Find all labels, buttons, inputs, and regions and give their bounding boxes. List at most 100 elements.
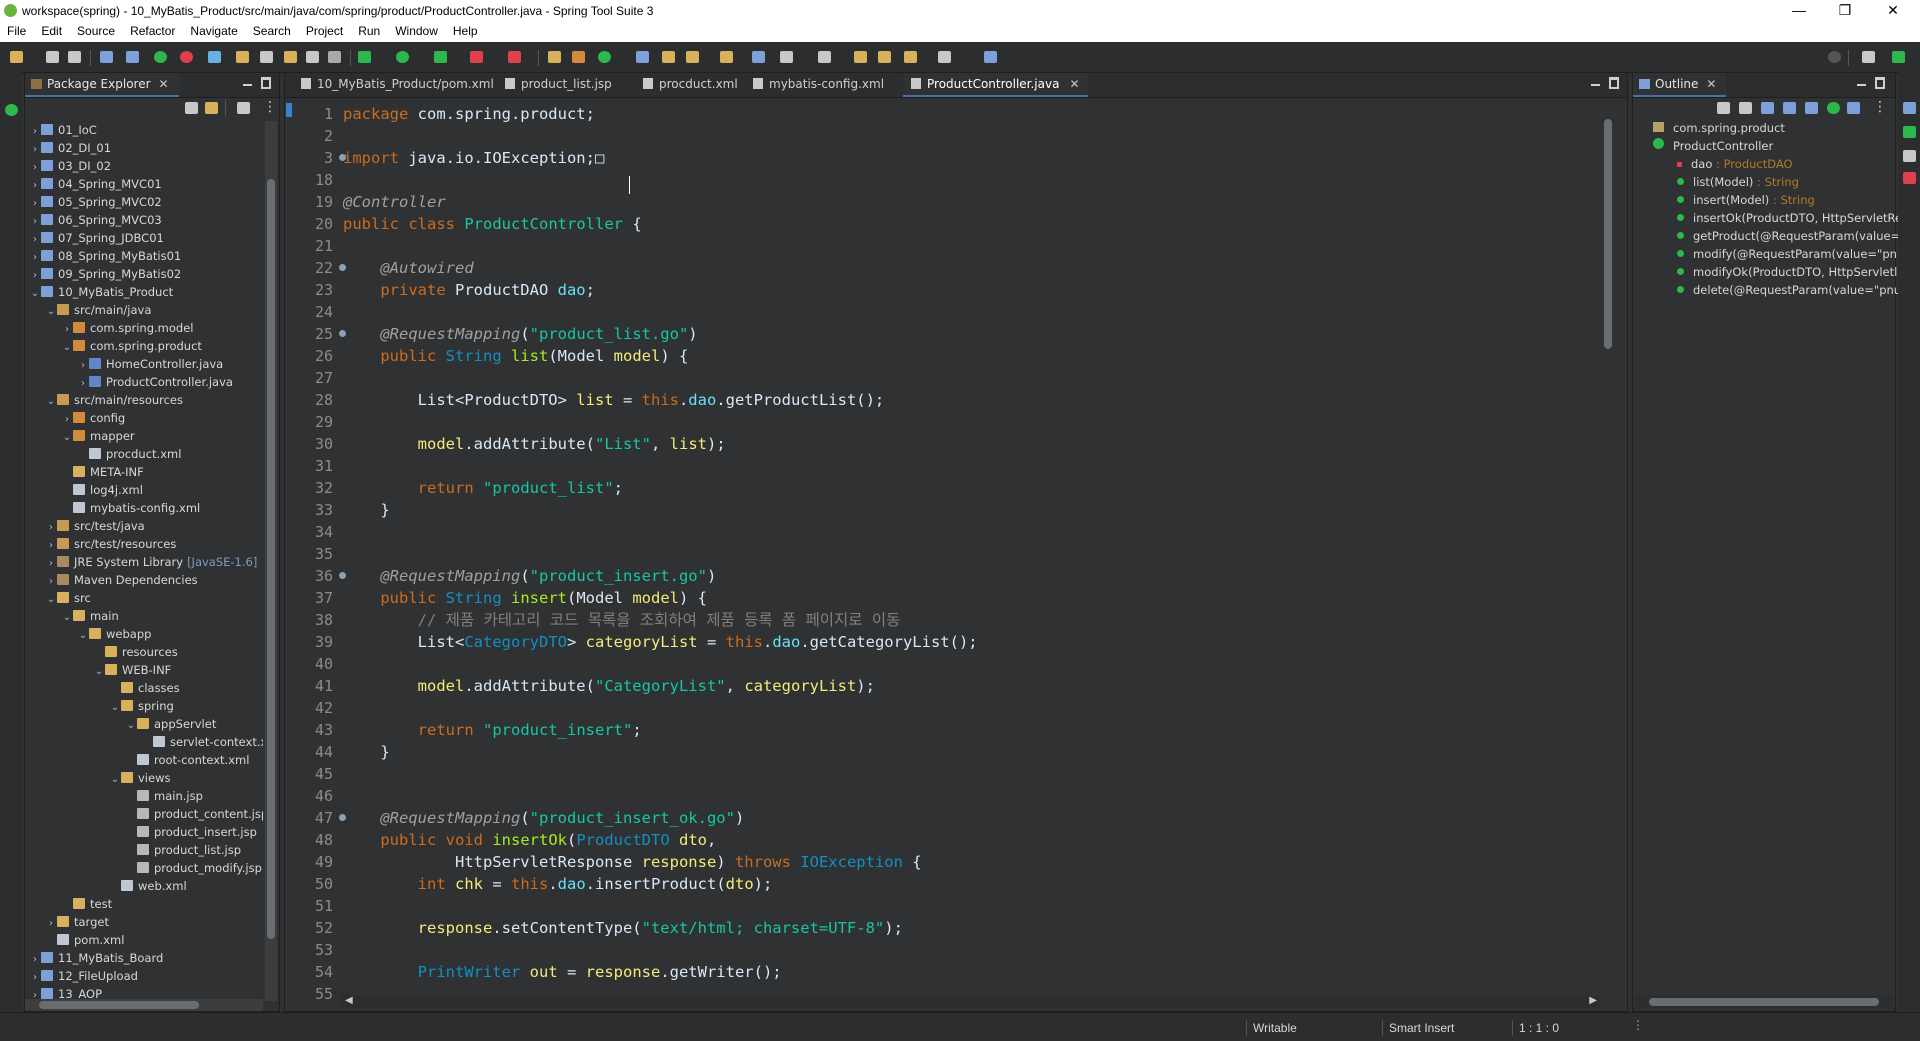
collapse-all-icon[interactable]: [1717, 102, 1730, 114]
open-type-icon[interactable]: [284, 51, 297, 63]
tree-item[interactable]: product_content.jsp: [125, 805, 263, 823]
expanded-arrow-icon[interactable]: ⌄: [61, 429, 73, 447]
tree-item[interactable]: ⌄ WEB-INF: [93, 661, 172, 679]
coverage-icon[interactable]: [434, 51, 447, 63]
tree-item[interactable]: › 09_Spring_MyBatis02: [29, 265, 181, 283]
tree-item[interactable]: › 05_Spring_MVC02: [29, 193, 162, 211]
outline-item[interactable]: modify(@RequestParam(value="pnu: [1677, 245, 1920, 263]
menu-file[interactable]: File: [0, 22, 34, 38]
outline-item[interactable]: insertOk(ProductDTO, HttpServletRe: [1677, 209, 1920, 227]
search-folder-icon[interactable]: [662, 51, 675, 63]
pencil-icon[interactable]: [686, 51, 699, 63]
sort-icon[interactable]: [1739, 102, 1752, 114]
tree-item[interactable]: › 07_Spring_JDBC01: [29, 229, 164, 247]
editor-tab[interactable]: mybatis-config.xml: [745, 73, 892, 97]
forward-arrow-icon[interactable]: [938, 51, 951, 63]
open-perspective-icon[interactable]: [1862, 51, 1875, 63]
tree-item[interactable]: servlet-context.xml: [141, 733, 263, 751]
menu-project[interactable]: Project: [299, 22, 351, 38]
show-whitespace-icon[interactable]: [328, 51, 341, 63]
tree-item[interactable]: › config: [61, 409, 125, 427]
editor-tab[interactable]: procduct.xml: [635, 73, 746, 97]
close-icon[interactable]: ✕: [1069, 77, 1079, 91]
tree-item[interactable]: resources: [93, 643, 178, 661]
outline-item[interactable]: ⌄ProductController: [1653, 137, 1911, 155]
tree-item[interactable]: ⌄ com.spring.product: [61, 337, 202, 355]
tree-item[interactable]: ⌄ webapp: [77, 625, 152, 643]
problems-icon[interactable]: [1903, 150, 1916, 162]
collapse-all-icon[interactable]: [185, 102, 198, 114]
tree-item[interactable]: › 12_FileUpload: [29, 967, 138, 985]
tree-item[interactable]: product_list.jsp: [125, 841, 241, 859]
save-all-icon[interactable]: [68, 51, 81, 63]
open-task-icon[interactable]: [636, 51, 649, 63]
close-icon[interactable]: ✕: [1706, 77, 1716, 91]
maximize-view-icon[interactable]: [1875, 77, 1885, 89]
tree-item[interactable]: ⌄ views: [109, 769, 171, 789]
new-class-icon[interactable]: [598, 51, 611, 63]
hide-local-types-icon[interactable]: [1827, 102, 1840, 114]
spring-explorer-icon[interactable]: [1903, 126, 1916, 138]
hide-fields-icon[interactable]: [1761, 102, 1774, 114]
minimize-button[interactable]: —: [1776, 0, 1822, 22]
new-icon[interactable]: [10, 51, 23, 63]
tree-item[interactable]: product_insert.jsp: [125, 823, 257, 841]
previous-annotation-icon[interactable]: [818, 51, 831, 63]
maximize-view-icon[interactable]: [1609, 77, 1619, 89]
stop-icon[interactable]: [470, 51, 483, 63]
menu-edit[interactable]: Edit: [34, 22, 70, 38]
tree-item[interactable]: › Maven Dependencies: [45, 571, 198, 589]
expanded-arrow-icon[interactable]: ⌄: [45, 591, 57, 609]
minimize-view-icon[interactable]: [243, 84, 252, 86]
editor-vertical-scrollbar[interactable]: [1601, 99, 1615, 999]
pin-editor-icon[interactable]: [984, 51, 997, 63]
boot-dashboard-icon[interactable]: [180, 51, 193, 63]
focus-icon[interactable]: [237, 102, 250, 114]
spring-perspective-icon[interactable]: [1892, 51, 1905, 63]
terminal-icon[interactable]: [100, 51, 113, 63]
expanded-arrow-icon[interactable]: ⌄: [109, 771, 121, 789]
outline-item[interactable]: delete(@RequestParam(value="pnu: [1677, 281, 1920, 299]
scroll-thumb[interactable]: [1604, 119, 1612, 349]
run-icon[interactable]: [396, 51, 409, 63]
menu-window[interactable]: Window: [388, 22, 446, 38]
tree-item[interactable]: pom.xml: [45, 931, 124, 949]
tree-item[interactable]: › ProductController.java: [77, 373, 233, 391]
hide-static-icon[interactable]: [1783, 102, 1796, 114]
outline-horizontal-scrollbar[interactable]: [1635, 995, 1893, 1009]
tree-item[interactable]: web.xml: [109, 877, 187, 895]
minimize-view-icon[interactable]: [1591, 84, 1600, 86]
scroll-thumb[interactable]: [39, 1001, 199, 1009]
tree-item[interactable]: › 02_DI_01: [29, 139, 111, 157]
new-server-icon[interactable]: [260, 51, 273, 63]
expanded-arrow-icon[interactable]: ⌄: [45, 393, 57, 411]
task-list-icon[interactable]: [1903, 102, 1916, 114]
menu-run[interactable]: Run: [351, 22, 388, 38]
next-annotation-icon[interactable]: [780, 51, 793, 63]
expanded-arrow-icon[interactable]: ⌄: [109, 699, 121, 717]
tree-item[interactable]: root-context.xml: [125, 751, 249, 769]
tree-item[interactable]: ⌄ main: [61, 607, 119, 625]
tree-item[interactable]: › src/test/resources: [45, 535, 176, 553]
expanded-arrow-icon[interactable]: ⌄: [45, 303, 57, 321]
view-menu-icon[interactable]: ⋮: [1873, 99, 1887, 115]
editor-tab[interactable]: 10_MyBatis_Product/pom.xml: [293, 73, 502, 97]
tree-item[interactable]: › 04_Spring_MVC01: [29, 175, 162, 193]
minimize-view-icon[interactable]: [1857, 84, 1866, 86]
menu-search[interactable]: Search: [246, 22, 299, 38]
tree-item[interactable]: › 11_MyBatis_Board: [29, 949, 163, 967]
tree-item[interactable]: › 06_Spring_MVC03: [29, 211, 162, 229]
servers-icon[interactable]: [1903, 172, 1916, 184]
tree-item[interactable]: test: [61, 895, 112, 913]
tree-item[interactable]: product_modify.jsp: [125, 859, 262, 877]
boot-dashboard-icon[interactable]: [5, 104, 18, 116]
maximize-view-icon[interactable]: [261, 77, 271, 89]
toggle-mark-icon[interactable]: [306, 51, 319, 63]
tree-item[interactable]: › 03_DI_02: [29, 157, 111, 175]
new-java-project-icon[interactable]: [548, 51, 561, 63]
close-window-button[interactable]: ✕: [1870, 0, 1916, 22]
link-with-editor-icon[interactable]: [1847, 102, 1860, 114]
tree-item[interactable]: › 01_IoC: [29, 121, 97, 139]
view-menu-icon[interactable]: ⋮: [263, 99, 277, 115]
outline-item[interactable]: list(Model) : String: [1677, 173, 1920, 191]
